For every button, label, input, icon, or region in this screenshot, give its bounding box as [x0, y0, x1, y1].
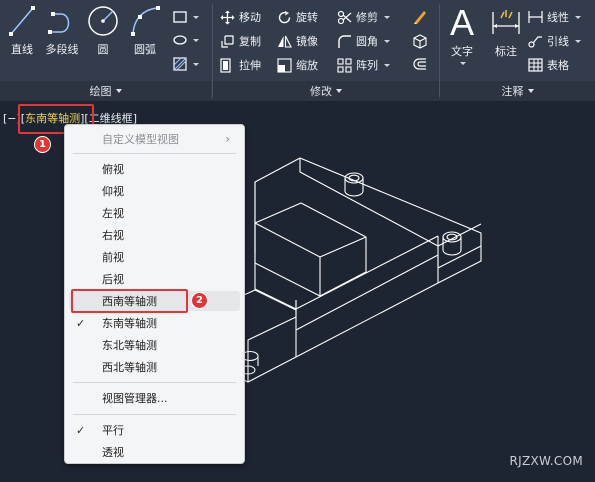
highlight-box-sw-isometric: [71, 289, 188, 313]
checkmark-icon: ✓: [76, 316, 86, 330]
menu-item-label: 透视: [102, 446, 124, 459]
menu-item-label: 前视: [102, 251, 124, 264]
menu-item-parallel[interactable]: ✓ 平行: [65, 420, 244, 440]
menu-item-custom-model-views[interactable]: 自定义模型视图 ›: [65, 129, 244, 149]
menu-item-label: 仰视: [102, 185, 124, 198]
menu-item-left-view[interactable]: 左视: [65, 203, 244, 223]
watermark: RJZXW.COM: [509, 454, 583, 468]
menu-item-label: 东南等轴测: [102, 317, 157, 330]
menu-separator: [73, 382, 236, 383]
menu-item-label: 平行: [102, 424, 124, 437]
step-badge-1: 1: [34, 136, 51, 153]
menu-item-view-manager[interactable]: 视图管理器...: [65, 388, 244, 408]
viewport-label-end: ]: [132, 111, 137, 125]
menu-item-se-isometric[interactable]: ✓ 东南等轴测: [65, 313, 244, 333]
step-badge-2: 2: [191, 292, 208, 309]
menu-item-ne-isometric[interactable]: 东北等轴测: [65, 335, 244, 355]
menu-item-perspective[interactable]: 透视: [65, 442, 244, 462]
menu-item-back-view[interactable]: 后视: [65, 269, 244, 289]
menu-item-front-view[interactable]: 前视: [65, 247, 244, 267]
menu-separator: [73, 153, 236, 154]
menu-item-label: 俯视: [102, 163, 124, 176]
menu-item-label: 视图管理器...: [102, 392, 168, 405]
menu-item-top-view[interactable]: 俯视: [65, 159, 244, 179]
menu-item-label: 东北等轴测: [102, 339, 157, 352]
custom-views-label: 自定义模型视图: [102, 133, 179, 146]
submenu-chevron-icon: ›: [225, 132, 230, 146]
menu-item-label: 西北等轴测: [102, 361, 157, 374]
menu-item-bottom-view[interactable]: 仰视: [65, 181, 244, 201]
menu-separator: [73, 414, 236, 415]
menu-item-label: 后视: [102, 273, 124, 286]
menu-item-label: 左视: [102, 207, 124, 220]
menu-item-nw-isometric[interactable]: 西北等轴测: [65, 357, 244, 377]
menu-item-right-view[interactable]: 右视: [65, 225, 244, 245]
menu-item-label: 右视: [102, 229, 124, 242]
checkmark-icon: ✓: [76, 423, 86, 437]
